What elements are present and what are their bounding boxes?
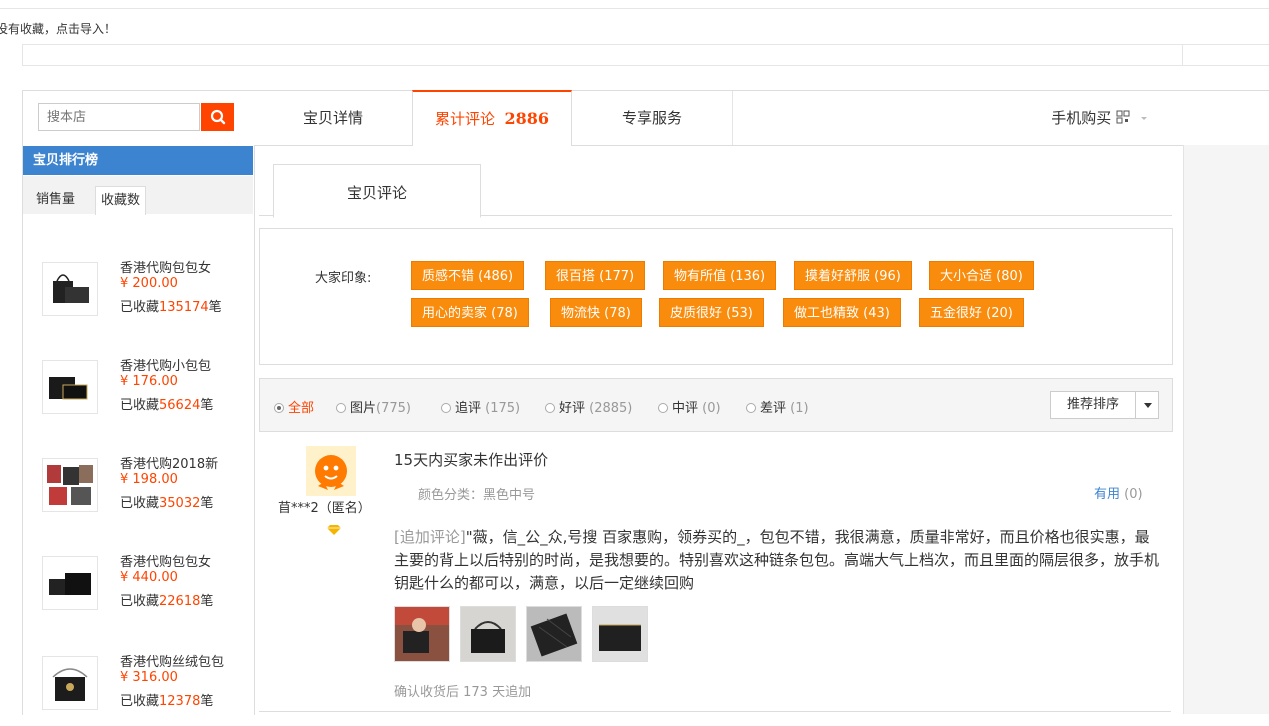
impression-tag[interactable]: 很百搭 (177): [545, 261, 646, 290]
product-thumbnail[interactable]: [42, 458, 98, 512]
chevron-down-icon: [1140, 117, 1147, 120]
tab-reviews[interactable]: 累计评论 2886: [412, 90, 572, 146]
diamond-icon: [327, 524, 341, 538]
impression-tag[interactable]: 用心的卖家 (78): [411, 298, 529, 327]
user-avatar: [306, 446, 356, 496]
review-photo[interactable]: [592, 606, 648, 662]
filter-pictures[interactable]: 图片(775): [336, 397, 411, 416]
ranking-item[interactable]: 香港代购小包包 ¥ 176.00 已收藏56624笔: [40, 359, 255, 430]
review-photo[interactable]: [460, 606, 516, 662]
tab-favorites[interactable]: 收藏数: [95, 186, 147, 215]
product-price: ¥ 198.00: [120, 472, 178, 487]
review-divider: [259, 711, 1171, 712]
product-favorites: 已收藏56624笔: [120, 398, 214, 413]
product-thumbnail[interactable]: [42, 360, 98, 414]
shop-search-input[interactable]: [38, 103, 200, 131]
ranking-item[interactable]: 香港代购丝绒包包 ¥ 316.00 已收藏12378笔: [40, 655, 255, 726]
impressions-label: 大家印象:: [315, 271, 372, 286]
product-price: ¥ 200.00: [120, 276, 178, 291]
tab-reviews-count: 2886: [504, 109, 550, 128]
filter-neutral[interactable]: 中评 (0): [658, 397, 721, 416]
sort-dropdown[interactable]: 推荐排序: [1050, 391, 1159, 419]
radio-icon: [545, 403, 555, 413]
impression-tag[interactable]: 物有所值 (136): [663, 261, 777, 290]
filter-negative[interactable]: 差评 (1): [746, 397, 809, 416]
product-thumbnail[interactable]: [42, 262, 98, 316]
ranking-tabs: 销售量 收藏数: [23, 176, 253, 215]
favorites-import-notice[interactable]: 没有收藏，点击导入！: [0, 20, 116, 37]
mobile-buy-label: 手机购买: [1051, 109, 1112, 127]
search-button[interactable]: [201, 103, 234, 131]
radio-icon: [746, 403, 756, 413]
tab-reviews-label: 累计评论: [434, 110, 495, 128]
product-favorites: 已收藏22618笔: [120, 594, 214, 609]
product-price: ¥ 316.00: [120, 670, 178, 685]
tab-item-details[interactable]: 宝贝详情: [254, 91, 412, 145]
review-photo[interactable]: [526, 606, 582, 662]
filter-appended[interactable]: 追评 (175): [441, 397, 520, 416]
product-name[interactable]: 香港代购包包女: [120, 257, 211, 276]
impression-tag[interactable]: 摸着好舒服 (96): [794, 261, 912, 290]
product-price: ¥ 176.00: [120, 374, 178, 389]
impression-tag[interactable]: 大小合适 (80): [929, 261, 1034, 290]
ranking-item[interactable]: 香港代购2018新 ¥ 198.00 已收藏35032笔: [40, 457, 255, 528]
header-strip: [22, 44, 1269, 66]
radio-icon: [336, 403, 346, 413]
tab-item-reviews[interactable]: 宝贝评论: [273, 164, 481, 218]
product-price: ¥ 440.00: [120, 570, 178, 585]
filter-positive[interactable]: 好评 (2885): [545, 397, 632, 416]
product-thumbnail[interactable]: [42, 656, 98, 710]
product-name[interactable]: 香港代购2018新: [120, 453, 218, 472]
product-name[interactable]: 香港代购丝绒包包: [120, 651, 224, 670]
product-favorites: 已收藏35032笔: [120, 496, 214, 511]
product-favorites: 已收藏135174笔: [120, 300, 222, 315]
review-photo[interactable]: [394, 606, 450, 662]
search-icon: [210, 109, 225, 125]
ranking-item[interactable]: 香港代购包包女 ¥ 440.00 已收藏22618笔: [40, 555, 255, 626]
append-date-note: 确认收货后 173 天追加: [394, 685, 532, 700]
product-thumbnail[interactable]: [42, 556, 98, 610]
product-name[interactable]: 香港代购小包包: [120, 355, 211, 374]
impression-tag[interactable]: 物流快 (78): [550, 298, 642, 327]
review-title: 15天内买家未作出评价: [394, 451, 549, 469]
review-sku: 颜色分类：黑色中号: [418, 488, 536, 503]
radio-icon: [658, 403, 668, 413]
product-name[interactable]: 香港代购包包女: [120, 551, 211, 570]
radio-icon: [441, 403, 451, 413]
impression-tag[interactable]: 皮质很好 (53): [659, 298, 764, 327]
chevron-down-icon[interactable]: [1135, 392, 1160, 418]
review-content: [追加评论]"薇，信_公_众,号搜 百家惠购，领券买的_，包包不错，我很满意，质…: [394, 528, 1160, 592]
mobile-buy[interactable]: 手机购买: [1040, 91, 1160, 145]
tab-sales[interactable]: 销售量: [31, 186, 80, 214]
sort-label: 推荐排序: [1066, 397, 1119, 412]
right-gutter: [1183, 145, 1269, 714]
impression-tag[interactable]: 五金很好 (20): [919, 298, 1024, 327]
qr-code-icon: [1116, 110, 1130, 124]
filter-all[interactable]: 全部: [274, 397, 314, 416]
useful-button[interactable]: 有用 (0): [1094, 483, 1143, 502]
review-filter-bar: 全部 图片(775) 追评 (175) 好评 (2885) 中评 (0) 差评 …: [259, 378, 1173, 432]
top-divider: [0, 8, 1269, 9]
radio-icon: [274, 403, 284, 413]
impressions-panel: 大家印象: 质感不错 (486) 很百搭 (177) 物有所值 (136) 摸着…: [259, 228, 1173, 365]
detail-tab-bar: 宝贝详情 累计评论 2886 专享服务 手机购买: [254, 90, 1269, 146]
ranking-title: 宝贝排行榜: [23, 146, 253, 175]
impression-tag[interactable]: 做工也精致 (43): [783, 298, 901, 327]
impression-tag[interactable]: 质感不错 (486): [411, 261, 525, 290]
product-favorites: 已收藏12378笔: [120, 694, 214, 709]
tab-service[interactable]: 专享服务: [572, 91, 732, 145]
ranking-item[interactable]: 香港代购包包女 ¥ 200.00 已收藏135174笔: [40, 261, 255, 332]
reviewer-name: 苜***2（匿名）: [278, 501, 371, 516]
